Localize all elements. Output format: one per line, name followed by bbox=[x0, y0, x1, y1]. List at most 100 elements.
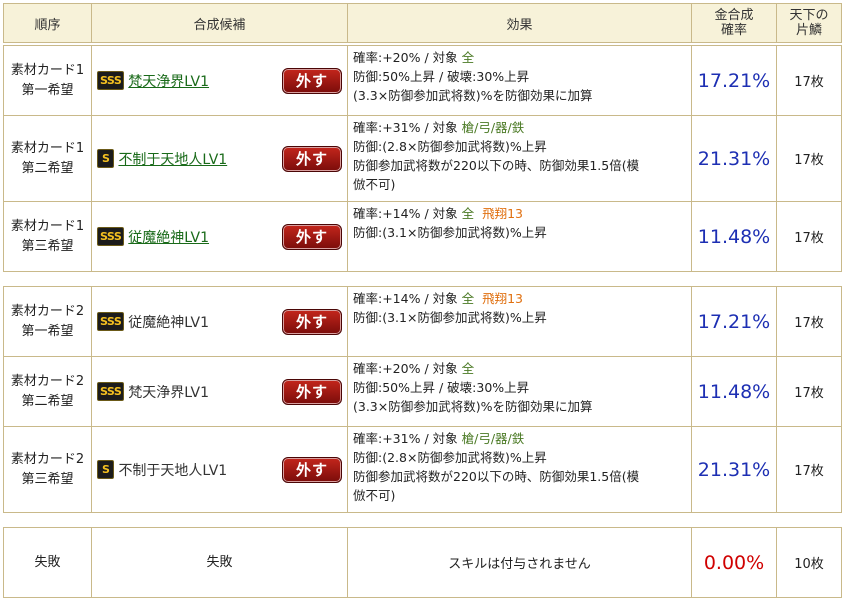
effect-line: 防御:(2.8×防御参加武将数)%上昇 bbox=[353, 139, 547, 154]
rank-badge: SSS bbox=[97, 71, 125, 90]
row-order: 素材カード2 第一希望 bbox=[3, 286, 92, 357]
effect-rate-text: 確率:+31% / 対象 bbox=[353, 120, 462, 135]
effect-cell: 確率:+14% / 対象 全 飛翔13 防御:(3.1×防御参加武将数)%上昇 bbox=[347, 201, 692, 272]
remove-button[interactable]: 外す bbox=[282, 145, 342, 172]
effect-rate-text: 確率:+31% / 対象 bbox=[353, 431, 462, 446]
row-order: 素材カード1 第三希望 bbox=[3, 201, 92, 272]
effect-line: 防御:50%上昇 / 破壊:30%上昇 bbox=[353, 380, 530, 395]
table-row: 素材カード1 第二希望 S 不制于天地人LV1 外す 確率:+31% / 対象 槍/弓/器… bbox=[3, 115, 842, 202]
preference-label: 第一希望 bbox=[21, 323, 74, 339]
fail-scale: 10枚 bbox=[776, 527, 842, 598]
rank-badge: S bbox=[97, 149, 115, 168]
effect-line: (3.3×防御参加武将数)%を防御効果に加算 bbox=[353, 88, 593, 103]
skill-name-link[interactable]: 梵天浄界LV1 bbox=[128, 71, 209, 91]
header-table: 順序 合成候補 効果 金合成 確率 天下の 片鱗 bbox=[3, 3, 842, 43]
row-order: 素材カード1 第二希望 bbox=[3, 115, 92, 202]
material-label: 素材カード1 bbox=[10, 218, 85, 234]
rate-value: 17.21% bbox=[691, 286, 777, 357]
remove-button[interactable]: 外す bbox=[282, 456, 342, 483]
effect-hisho: 飛翔13 bbox=[482, 206, 523, 221]
material-label: 素材カード2 bbox=[10, 303, 85, 319]
effect-hisho: 飛翔13 bbox=[482, 291, 523, 306]
group-table-1: 素材カード1 第一希望 SSS 梵天浄界LV1 外す 確率:+20% / 対象 全防御:5… bbox=[3, 45, 842, 272]
preference-label: 第一希望 bbox=[21, 82, 74, 98]
rate-value: 21.31% bbox=[691, 115, 777, 202]
rank-badge: S bbox=[97, 460, 115, 479]
effect-line: 倣不可) bbox=[353, 488, 396, 503]
effect-targets: 全 bbox=[461, 361, 475, 376]
effect-rate-line: 確率:+14% / 対象 全 飛翔13 bbox=[353, 204, 687, 223]
material-label: 素材カード2 bbox=[10, 373, 85, 389]
skill-name: 不制于天地人LV1 bbox=[118, 462, 228, 479]
skill-name-link[interactable]: 従魔絶神LV1 bbox=[128, 227, 209, 247]
effect-line: 防御:50%上昇 / 破壊:30%上昇 bbox=[353, 69, 530, 84]
rank-badge: SSS bbox=[97, 382, 125, 401]
table-row: 素材カード2 第二希望 SSS 梵天浄界LV1 外す 確率:+20% / 対象 全防御:5… bbox=[3, 356, 842, 427]
header-candidate: 合成候補 bbox=[91, 3, 348, 43]
effect-rate-text: 確率:+14% / 対象 bbox=[353, 206, 462, 221]
candidate-cell: SSS 梵天浄界LV1 外す bbox=[91, 45, 348, 116]
effect-rate-line: 確率:+20% / 対象 全 bbox=[353, 48, 687, 67]
row-order: 素材カード2 第二希望 bbox=[3, 356, 92, 427]
effect-line: 防御:(3.1×防御参加武将数)%上昇 bbox=[353, 310, 547, 325]
header-rate: 金合成 確率 bbox=[691, 3, 777, 43]
effect-line: 防御:(3.1×防御参加武将数)%上昇 bbox=[353, 225, 547, 240]
effect-rate-line: 確率:+14% / 対象 全 飛翔13 bbox=[353, 289, 687, 308]
skill-name: 梵天浄界LV1 bbox=[128, 384, 210, 401]
effect-cell: 確率:+20% / 対象 全防御:50%上昇 / 破壊:30%上昇 (3.3×防御… bbox=[347, 356, 692, 427]
material-label: 素材カード2 bbox=[10, 451, 85, 467]
table-row: 素材カード2 第一希望 SSS 従魔絶神LV1 外す 確率:+14% / 対象 全 飛翔1… bbox=[3, 286, 842, 357]
candidate-cell: S 不制于天地人LV1 外す bbox=[91, 115, 348, 202]
effect-targets: 槍/弓/器/鉄 bbox=[461, 431, 525, 446]
effect-cell: 確率:+20% / 対象 全防御:50%上昇 / 破壊:30%上昇 (3.3×防御… bbox=[347, 45, 692, 116]
header-order: 順序 bbox=[3, 3, 92, 43]
effect-targets: 全 bbox=[461, 50, 475, 65]
header-scale-line2: 片鱗 bbox=[795, 23, 822, 38]
candidate-cell: SSS 従魔絶神LV1 外す bbox=[91, 201, 348, 272]
effect-rate-text: 確率:+14% / 対象 bbox=[353, 291, 462, 306]
row-order: 素材カード2 第三希望 bbox=[3, 426, 92, 513]
preference-label: 第三希望 bbox=[21, 471, 74, 487]
rank-badge: SSS bbox=[97, 227, 125, 246]
effect-targets: 全 bbox=[461, 206, 475, 221]
candidate-cell: SSS 梵天浄界LV1 外す bbox=[91, 356, 348, 427]
effect-targets: 全 bbox=[461, 291, 475, 306]
rate-value: 11.48% bbox=[691, 356, 777, 427]
scale-value: 17枚 bbox=[776, 356, 842, 427]
effect-line: 防御参加武将数が220以下の時、防御効果1.5倍(模 bbox=[353, 469, 640, 484]
rate-value: 21.31% bbox=[691, 426, 777, 513]
header-scale: 天下の 片鱗 bbox=[776, 3, 842, 43]
scale-value: 17枚 bbox=[776, 45, 842, 116]
table-row: 素材カード1 第三希望 SSS 従魔絶神LV1 外す 確率:+14% / 対象 全 飛翔1… bbox=[3, 201, 842, 272]
effect-line: (3.3×防御参加武将数)%を防御効果に加算 bbox=[353, 399, 593, 414]
remove-button[interactable]: 外す bbox=[282, 67, 342, 94]
effect-line: 防御:(2.8×防御参加武将数)%上昇 bbox=[353, 450, 547, 465]
remove-button[interactable]: 外す bbox=[282, 223, 342, 250]
scale-value: 17枚 bbox=[776, 286, 842, 357]
fail-effect: スキルは付与されません bbox=[347, 527, 692, 598]
remove-button[interactable]: 外す bbox=[282, 308, 342, 335]
effect-rate-line: 確率:+31% / 対象 槍/弓/器/鉄 bbox=[353, 429, 687, 448]
effect-rate-text: 確率:+20% / 対象 bbox=[353, 361, 462, 376]
group-table-2: 素材カード2 第一希望 SSS 従魔絶神LV1 外す 確率:+14% / 対象 全 飛翔1… bbox=[3, 286, 842, 513]
material-label: 素材カード1 bbox=[10, 140, 85, 156]
rate-value: 11.48% bbox=[691, 201, 777, 272]
scale-value: 17枚 bbox=[776, 115, 842, 202]
header-rate-line2: 確率 bbox=[720, 23, 747, 38]
fail-candidate: 失敗 bbox=[91, 527, 348, 598]
effect-rate-line: 確率:+31% / 対象 槍/弓/器/鉄 bbox=[353, 118, 687, 137]
table-row: 素材カード1 第一希望 SSS 梵天浄界LV1 外す 確率:+20% / 対象 全防御:5… bbox=[3, 45, 842, 116]
material-label: 素材カード1 bbox=[10, 62, 85, 78]
effect-rate-line: 確率:+20% / 対象 全 bbox=[353, 359, 687, 378]
effect-targets: 槍/弓/器/鉄 bbox=[461, 120, 525, 135]
effect-rate-text: 確率:+20% / 対象 bbox=[353, 50, 462, 65]
effect-line: 防御参加武将数が220以下の時、防御効果1.5倍(模 bbox=[353, 158, 640, 173]
scale-value: 17枚 bbox=[776, 426, 842, 513]
candidate-cell: S 不制于天地人LV1 外す bbox=[91, 426, 348, 513]
header-effect: 効果 bbox=[347, 3, 692, 43]
skill-name-link[interactable]: 不制于天地人LV1 bbox=[118, 149, 227, 169]
remove-button[interactable]: 外す bbox=[282, 378, 342, 405]
rank-badge: SSS bbox=[97, 312, 125, 331]
rate-value: 17.21% bbox=[691, 45, 777, 116]
effect-cell: 確率:+14% / 対象 全 飛翔13 防御:(3.1×防御参加武将数)%上昇 bbox=[347, 286, 692, 357]
